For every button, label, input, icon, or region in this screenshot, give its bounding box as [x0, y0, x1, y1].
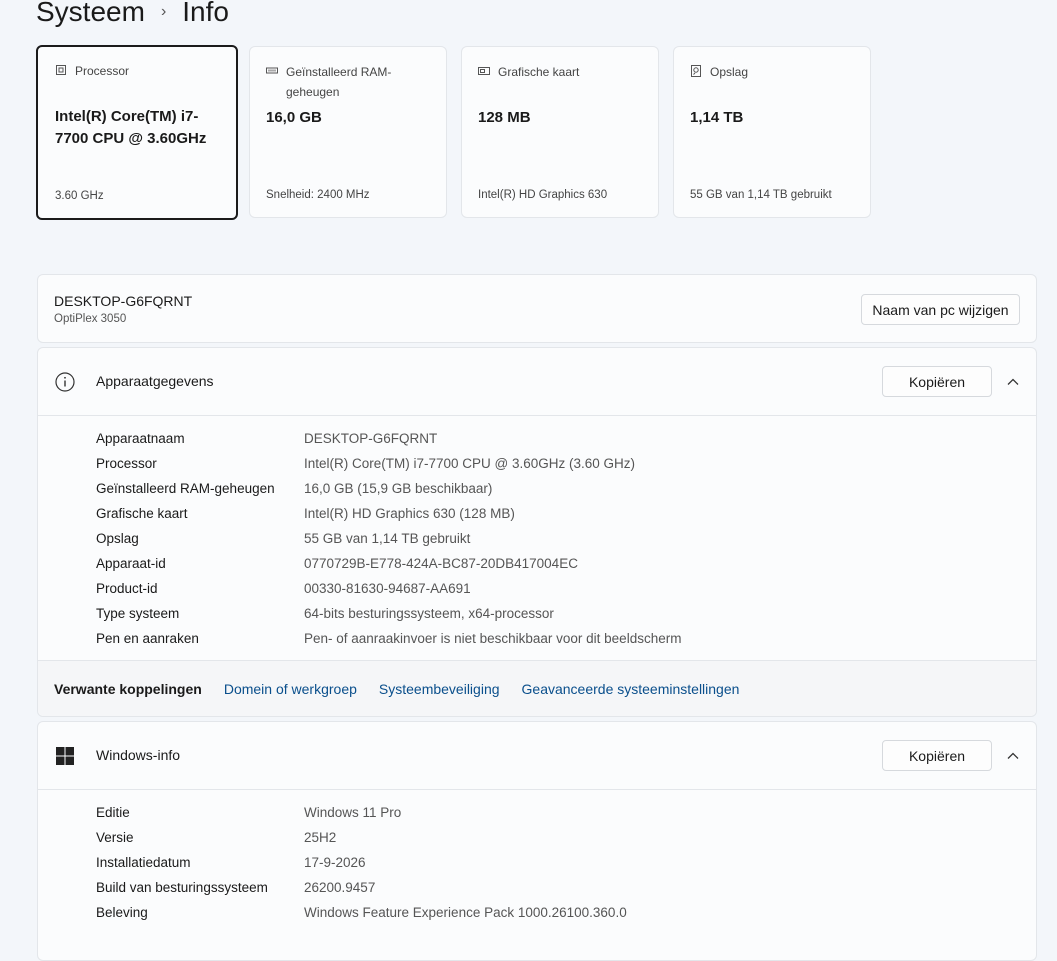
copy-device-specs-button[interactable]: Kopiëren — [882, 366, 992, 397]
spec-row: Product-id 00330-81630-94687-AA691 — [96, 576, 681, 601]
card-processor[interactable]: Processor Intel(R) Core(TM) i7-7700 CPU … — [36, 45, 238, 220]
device-specs-header[interactable]: Apparaatgegevens Kopiëren — [38, 348, 1036, 416]
spec-row: Beleving Windows Feature Experience Pack … — [96, 900, 627, 925]
windows-specs-header[interactable]: Windows-info Kopiëren — [38, 722, 1036, 790]
spec-key: Beleving — [96, 905, 148, 920]
spec-key: Product-id — [96, 581, 158, 596]
spec-key: Type systeem — [96, 606, 180, 621]
spec-row: Editie Windows 11 Pro — [96, 800, 627, 825]
spec-key: Build van besturingssysteem — [96, 880, 268, 895]
spec-row: Geïnstalleerd RAM-geheugen 16,0 GB (15,9 … — [96, 476, 681, 501]
spec-row: Type systeem 64-bits besturingssysteem, x… — [96, 601, 681, 626]
spec-key: Editie — [96, 805, 130, 820]
pc-model: OptiPlex 3050 — [54, 313, 127, 325]
related-links: Verwante koppelingen Domein of werkgroep… — [38, 660, 1036, 716]
card-value: 1,14 TB — [690, 109, 744, 126]
spec-value: Pen- of aanraakinvoer is niet beschikbaa… — [304, 631, 682, 646]
spec-row: Processor Intel(R) Core(TM) i7-7700 CPU @… — [96, 451, 681, 476]
spec-value: 55 GB van 1,14 TB gebruikt — [304, 531, 471, 546]
spec-value: 17-9-2026 — [304, 855, 366, 870]
link-advanced-system-settings[interactable]: Geavanceerde systeeminstellingen — [522, 681, 740, 697]
graphics-card-icon — [478, 67, 490, 75]
breadcrumb-separator-icon: › — [160, 3, 167, 20]
link-system-protection[interactable]: Systeembeveiliging — [379, 681, 500, 697]
spec-value: 0770729B-E778-424A-BC87-20DB417004EC — [304, 556, 578, 571]
windows-specs-list: Editie Windows 11 Pro Versie 25H2 Installa… — [96, 800, 627, 925]
spec-key: Grafische kaart — [96, 506, 188, 521]
spec-key: Geïnstalleerd RAM-geheugen — [96, 481, 275, 496]
card-value: 128 MB — [478, 109, 531, 126]
pc-name: DESKTOP-G6FQRNT — [54, 293, 193, 309]
spec-value: DESKTOP-G6FQRNT — [304, 431, 438, 446]
spec-row: Apparaat-id 0770729B-E778-424A-BC87-20DB4… — [96, 551, 681, 576]
spec-row: Installatiedatum 17-9-2026 — [96, 850, 627, 875]
spec-value: 00330-81630-94687-AA691 — [304, 581, 471, 596]
card-sub: Snelheid: 2400 MHz — [266, 189, 370, 201]
ram-icon — [266, 67, 278, 74]
spec-key: Installatiedatum — [96, 855, 191, 870]
card-label: Processor — [75, 64, 130, 78]
windows-specs-section: Windows-info Kopiëren Editie Windows 11 P… — [37, 721, 1037, 961]
card-label: Geïnstalleerd RAM-geheugen — [286, 65, 392, 99]
spec-value: 26200.9457 — [304, 880, 376, 895]
chevron-up-icon[interactable] — [1006, 749, 1020, 763]
spec-value: 25H2 — [304, 830, 337, 845]
spec-value: 64-bits besturingssysteem, x64-processor — [304, 606, 554, 621]
spec-key: Versie — [96, 830, 134, 845]
card-ram[interactable]: Geïnstalleerd RAM-geheugen 16,0 GB Snelh… — [249, 46, 447, 218]
card-graphics[interactable]: Grafische kaart 128 MB Intel(R) HD Graph… — [461, 46, 659, 218]
related-links-label: Verwante koppelingen — [54, 680, 202, 697]
spec-value: Windows 11 Pro — [304, 805, 402, 820]
spec-value: Intel(R) HD Graphics 630 (128 MB) — [304, 506, 515, 521]
spec-key: Apparaatnaam — [96, 431, 185, 446]
info-icon — [55, 372, 75, 392]
card-storage[interactable]: Opslag 1,14 TB 55 GB van 1,14 TB gebruik… — [673, 46, 871, 218]
card-sub: Intel(R) HD Graphics 630 — [478, 189, 608, 201]
device-specs-title: Apparaatgegevens — [96, 373, 214, 389]
breadcrumb-parent[interactable]: Systeem — [36, 0, 145, 28]
card-value: 16,0 GB — [266, 109, 322, 126]
spec-key: Pen en aanraken — [96, 631, 199, 646]
card-label: Opslag — [710, 65, 749, 79]
page-title: Systeem › Info — [36, 0, 229, 32]
spec-row: Pen en aanraken Pen- of aanraakinvoer is … — [96, 626, 681, 651]
card-value: Intel(R) Core(TM) i7-7700 CPU @ 3.60GHz — [55, 108, 207, 147]
windows-specs-title: Windows-info — [96, 747, 181, 763]
card-sub: 3.60 GHz — [55, 190, 104, 202]
breadcrumb-current: Info — [182, 0, 229, 27]
spec-row: Versie 25H2 — [96, 825, 627, 850]
chevron-up-icon[interactable] — [1006, 375, 1020, 389]
pc-name-panel: DESKTOP-G6FQRNT OptiPlex 3050 Naam van p… — [37, 274, 1037, 343]
device-specs-section: Apparaatgegevens Kopiëren Apparaatnaam DE… — [37, 347, 1037, 717]
spec-row: Grafische kaart Intel(R) HD Graphics 630 … — [96, 501, 681, 526]
spec-value: Windows Feature Experience Pack 1000.261… — [304, 905, 627, 920]
windows-logo-icon — [56, 747, 74, 765]
spec-row: Opslag 55 GB van 1,14 TB gebruikt — [96, 526, 681, 551]
copy-windows-specs-button[interactable]: Kopiëren — [882, 740, 992, 771]
spec-key: Opslag — [96, 531, 139, 546]
spec-key: Apparaat-id — [96, 556, 166, 571]
spec-row: Apparaatnaam DESKTOP-G6FQRNT — [96, 426, 681, 451]
processor-icon — [56, 65, 66, 75]
rename-pc-button[interactable]: Naam van pc wijzigen — [861, 294, 1020, 325]
spec-value: 16,0 GB (15,9 GB beschikbaar) — [304, 481, 493, 496]
spec-key: Processor — [96, 456, 157, 471]
link-domain-workgroup[interactable]: Domein of werkgroep — [224, 681, 357, 697]
spec-row: Build van besturingssysteem 26200.9457 — [96, 875, 627, 900]
device-specs-list: Apparaatnaam DESKTOP-G6FQRNT Processor Int… — [96, 426, 681, 651]
card-sub: 55 GB van 1,14 TB gebruikt — [690, 189, 832, 201]
card-label: Grafische kaart — [498, 65, 580, 79]
spec-value: Intel(R) Core(TM) i7-7700 CPU @ 3.60GHz … — [304, 456, 636, 471]
storage-icon — [691, 65, 701, 77]
